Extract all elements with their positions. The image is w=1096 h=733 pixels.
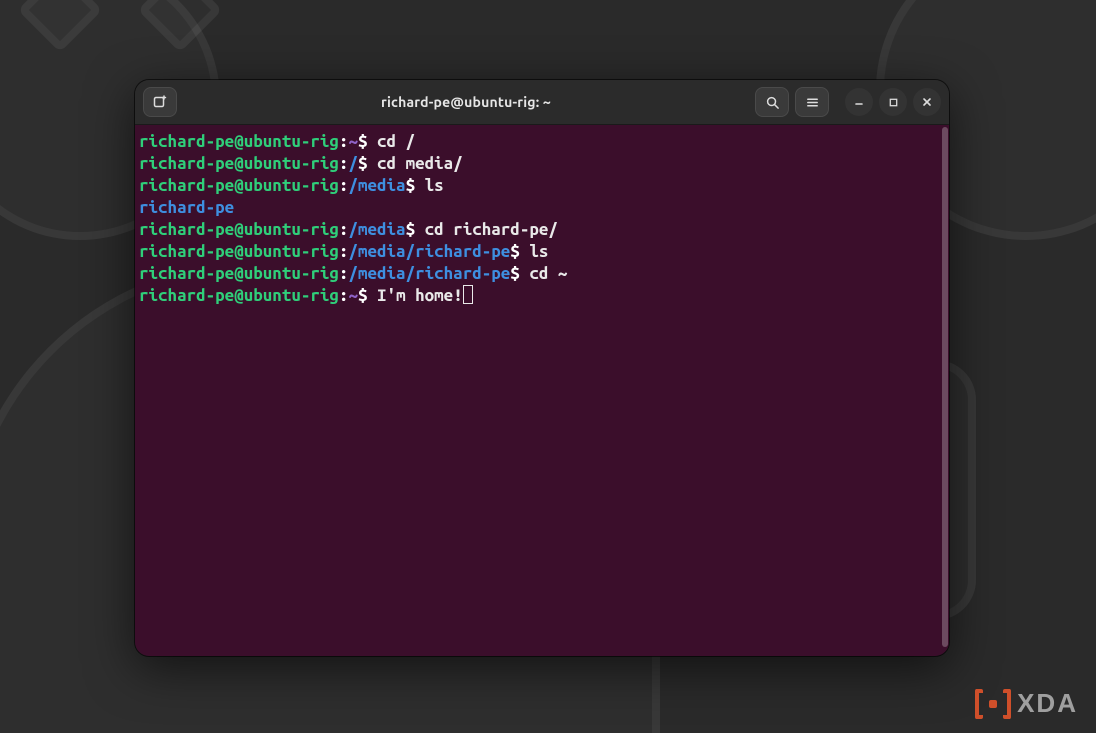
terminal-line: richard-pe@ubuntu-rig:/media$ cd richard… [139, 219, 935, 241]
prompt-userhost: richard-pe@ubuntu-rig [139, 264, 339, 283]
scrollbar[interactable] [941, 125, 949, 656]
minimize-icon [853, 96, 865, 108]
command-text: cd richard-pe/ [425, 220, 558, 239]
maximize-icon [888, 97, 899, 108]
terminal-line: richard-pe@ubuntu-rig:~$ I'm home! [139, 285, 935, 307]
titlebar: richard-pe@ubuntu-rig: ~ [135, 80, 949, 125]
prompt-path: /media/richard-pe [348, 242, 510, 261]
watermark-text: XDA [1017, 688, 1078, 719]
terminal-window: richard-pe@ubuntu-rig: ~ [135, 80, 949, 656]
terminal-content[interactable]: richard-pe@ubuntu-rig:~$ cd /richard-pe@… [135, 125, 941, 656]
search-icon [765, 95, 780, 110]
prompt-path: /media [348, 176, 405, 195]
terminal-line: richard-pe@ubuntu-rig:/$ cd media/ [139, 153, 935, 175]
command-text: cd media/ [377, 154, 463, 173]
new-tab-button[interactable] [143, 87, 177, 117]
text-cursor [463, 285, 473, 304]
window-title: richard-pe@ubuntu-rig: ~ [183, 94, 749, 110]
prompt-dollar: $ [358, 154, 377, 173]
prompt-path: ~ [348, 132, 358, 151]
command-text: cd / [377, 132, 415, 151]
prompt-userhost: richard-pe@ubuntu-rig [139, 286, 339, 305]
prompt-dollar: $ [358, 132, 377, 151]
close-button[interactable] [913, 88, 941, 116]
prompt-path: /media/richard-pe [348, 264, 510, 283]
prompt-dollar: $ [510, 242, 529, 261]
dot-icon [989, 700, 997, 708]
bracket-icon [975, 689, 983, 719]
prompt-userhost: richard-pe@ubuntu-rig [139, 132, 339, 151]
terminal-line: richard-pe@ubuntu-rig:/media/richard-pe$… [139, 263, 935, 285]
prompt-path: / [348, 154, 358, 173]
scrollbar-thumb[interactable] [942, 127, 948, 647]
terminal-line: richard-pe@ubuntu-rig:~$ cd / [139, 131, 935, 153]
prompt-dollar: $ [510, 264, 529, 283]
command-text: I'm home! [377, 286, 463, 305]
terminal-line: richard-pe@ubuntu-rig:/media$ ls [139, 175, 935, 197]
menu-button[interactable] [795, 87, 829, 117]
prompt-userhost: richard-pe@ubuntu-rig [139, 176, 339, 195]
command-text: ls [529, 242, 548, 261]
terminal-line: richard-pe [139, 197, 935, 219]
terminal-line: richard-pe@ubuntu-rig:/media/richard-pe$… [139, 241, 935, 263]
prompt-dollar: $ [358, 286, 377, 305]
hamburger-icon [805, 95, 820, 110]
bracket-icon [1003, 689, 1011, 719]
prompt-userhost: richard-pe@ubuntu-rig [139, 154, 339, 173]
prompt-userhost: richard-pe@ubuntu-rig [139, 220, 339, 239]
ls-output: richard-pe [139, 198, 234, 217]
prompt-dollar: $ [406, 176, 425, 195]
close-icon [921, 96, 933, 108]
prompt-dollar: $ [406, 220, 425, 239]
minimize-button[interactable] [845, 88, 873, 116]
command-text: ls [425, 176, 444, 195]
maximize-button[interactable] [879, 88, 907, 116]
prompt-userhost: richard-pe@ubuntu-rig [139, 242, 339, 261]
new-tab-icon [152, 94, 168, 110]
prompt-path: ~ [348, 286, 358, 305]
prompt-path: /media [348, 220, 405, 239]
terminal-body[interactable]: richard-pe@ubuntu-rig:~$ cd /richard-pe@… [135, 125, 949, 656]
command-text: cd ~ [529, 264, 567, 283]
search-button[interactable] [755, 87, 789, 117]
xda-watermark: XDA [975, 688, 1078, 719]
